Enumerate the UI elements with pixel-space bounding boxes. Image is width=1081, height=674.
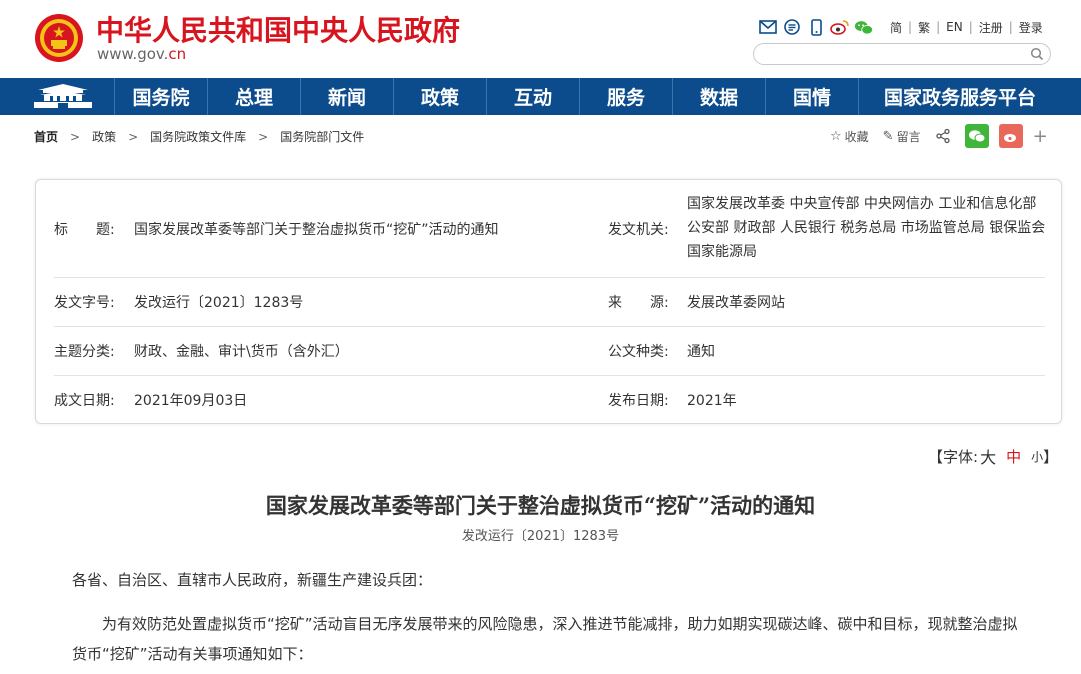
comment-label: 留言 [896,129,921,144]
login-link[interactable]: 登录 [1013,19,1049,36]
top-tools: 简 | 繁 | EN | 注册 | 登录 [758,16,1049,38]
breadcrumb-arrow-icon: > [128,129,139,144]
site-title[interactable]: 中华人民共和国中央人民政府 [96,9,460,49]
font-size-label: 【字体: [928,447,979,466]
domain-prefix: www.gov. [97,45,169,63]
share-button[interactable] [935,128,951,144]
topic-value: 财政、金融、审计\货币（含外汇） [134,344,349,360]
tiananmen-icon[interactable] [30,81,96,112]
lang-english-link[interactable]: EN [940,20,969,34]
type-value: 通知 [687,344,715,360]
nav-item-data[interactable]: 数据 [672,78,765,115]
document-info-table: 标 题: 国家发展改革委等部门关于整治虚拟货币“挖矿”活动的通知 发文机关: 国… [35,179,1062,424]
breadcrumb-home[interactable]: 首页 [34,128,58,145]
nav-item-news[interactable]: 新闻 [300,78,393,115]
article-doc-number: 发改运行〔2021〕1283号 [461,529,620,544]
site-header: 中华人民共和国中央人民政府 www.gov.cn 简 | 繁 | EN | 注册… [0,0,1081,78]
font-size-large[interactable]: 大 [980,444,996,468]
main-nav: 国务院 总理 新闻 政策 互动 服务 数据 国情 国家政务服务平台 [0,78,1081,115]
favorite-button[interactable]: ☆ 收藏 [830,128,869,145]
info-row-date: 成文日期: 2021年09月03日 发布日期: 2021年 [54,376,1045,425]
nav-item-service-platform[interactable]: 国家政务服务平台 [858,78,1061,115]
font-size-switcher: 【字体: 大 中 小 】 [928,444,1058,468]
pencil-icon: ✎ [882,128,894,144]
register-link[interactable]: 注册 [973,19,1009,36]
nav-item-interaction[interactable]: 互动 [486,78,579,115]
weibo-share-icon[interactable] [998,124,1023,148]
star-icon: ☆ [830,128,842,144]
site-domain: www.gov.cn [97,45,186,63]
source-value: 发展改革委网站 [687,295,785,311]
mail-icon[interactable] [758,18,778,36]
breadcrumb-policy[interactable]: 政策 [92,128,116,145]
nav-item-state-council[interactable]: 国务院 [114,78,207,115]
breadcrumb-arrow-icon: > [70,129,81,144]
date-label: 成文日期: [54,393,115,409]
info-row-topic: 主题分类: 财政、金融、审计\货币（含外汇） 公文种类: 通知 [54,327,1045,376]
docno-value: 发改运行〔2021〕1283号 [134,295,304,311]
topic-label: 主题分类: [54,344,115,360]
weibo-icon[interactable] [830,18,850,36]
breadcrumb: 首页 > 政策 > 国务院政策文件库 > 国务院部门文件 [34,128,364,145]
date-value: 2021年09月03日 [134,393,248,409]
favorite-label: 收藏 [844,129,869,144]
font-size-medium[interactable]: 中 [1006,446,1021,467]
source-label: 来 源: [608,295,669,311]
lang-traditional-link[interactable]: 繁 [912,19,936,36]
issuer-value: 国家发展改革委 中央宣传部 中央网信办 工业和信息化部 公安部 财政部 人民银行… [687,196,1046,260]
domain-suffix: cn [168,45,187,63]
title-label: 标 题: [54,222,115,238]
more-share-icon[interactable]: + [1033,126,1048,147]
article-paragraph: 为有效防范处置虚拟货币“挖矿”活动盲目无序发展带来的风险隐患，深入推进节能减排，… [72,615,1018,663]
comment-button[interactable]: ✎ 留言 [883,128,921,145]
search-icon[interactable] [1030,47,1044,61]
wechat-icon[interactable] [854,18,874,36]
lang-simplified-link[interactable]: 简 [884,19,908,36]
article-title: 国家发展改革委等部门关于整治虚拟货币“挖矿”活动的通知 [265,493,816,518]
docno-label: 发文字号: [54,295,115,311]
breadcrumb-arrow-icon: > [258,129,269,144]
pubdate-value: 2021年 [687,393,737,409]
nav-item-premier[interactable]: 总理 [207,78,300,115]
type-label: 公文种类: [608,344,669,360]
issuer-label: 发文机关: [608,222,669,238]
national-emblem-icon[interactable] [34,12,84,64]
info-row-title: 标 题: 国家发展改革委等部门关于整治虚拟货币“挖矿”活动的通知 发文机关: 国… [54,180,1045,278]
breadcrumb-policy-library[interactable]: 国务院政策文件库 [150,128,246,145]
language-links: 简 | 繁 | EN | 注册 | 登录 [884,19,1049,36]
article-paragraph: 各省、自治区、直辖市人民政府，新疆生产建设兵团： [72,571,433,589]
nav-item-services[interactable]: 服务 [579,78,672,115]
search-input[interactable] [764,46,1024,62]
font-size-close: 】 [1043,447,1059,466]
share-bar: ☆ 收藏 ✎ 留言 + [830,124,1048,148]
nav-item-policy[interactable]: 政策 [393,78,486,115]
mobile-icon[interactable] [806,18,826,36]
rss-icon[interactable] [782,18,802,36]
nav-item-national-profile[interactable]: 国情 [765,78,858,115]
wechat-share-icon[interactable] [964,124,989,148]
share-icon [935,128,950,144]
breadcrumb-department-docs[interactable]: 国务院部门文件 [280,128,364,145]
info-row-docno: 发文字号: 发改运行〔2021〕1283号 来 源: 发展改革委网站 [54,278,1045,327]
title-value: 国家发展改革委等部门关于整治虚拟货币“挖矿”活动的通知 [134,222,499,238]
pubdate-label: 发布日期: [608,393,669,409]
nav-items: 国务院 总理 新闻 政策 互动 服务 数据 国情 国家政务服务平台 [114,78,1061,115]
search-box [753,43,1051,65]
font-size-small[interactable]: 小 [1031,448,1043,465]
